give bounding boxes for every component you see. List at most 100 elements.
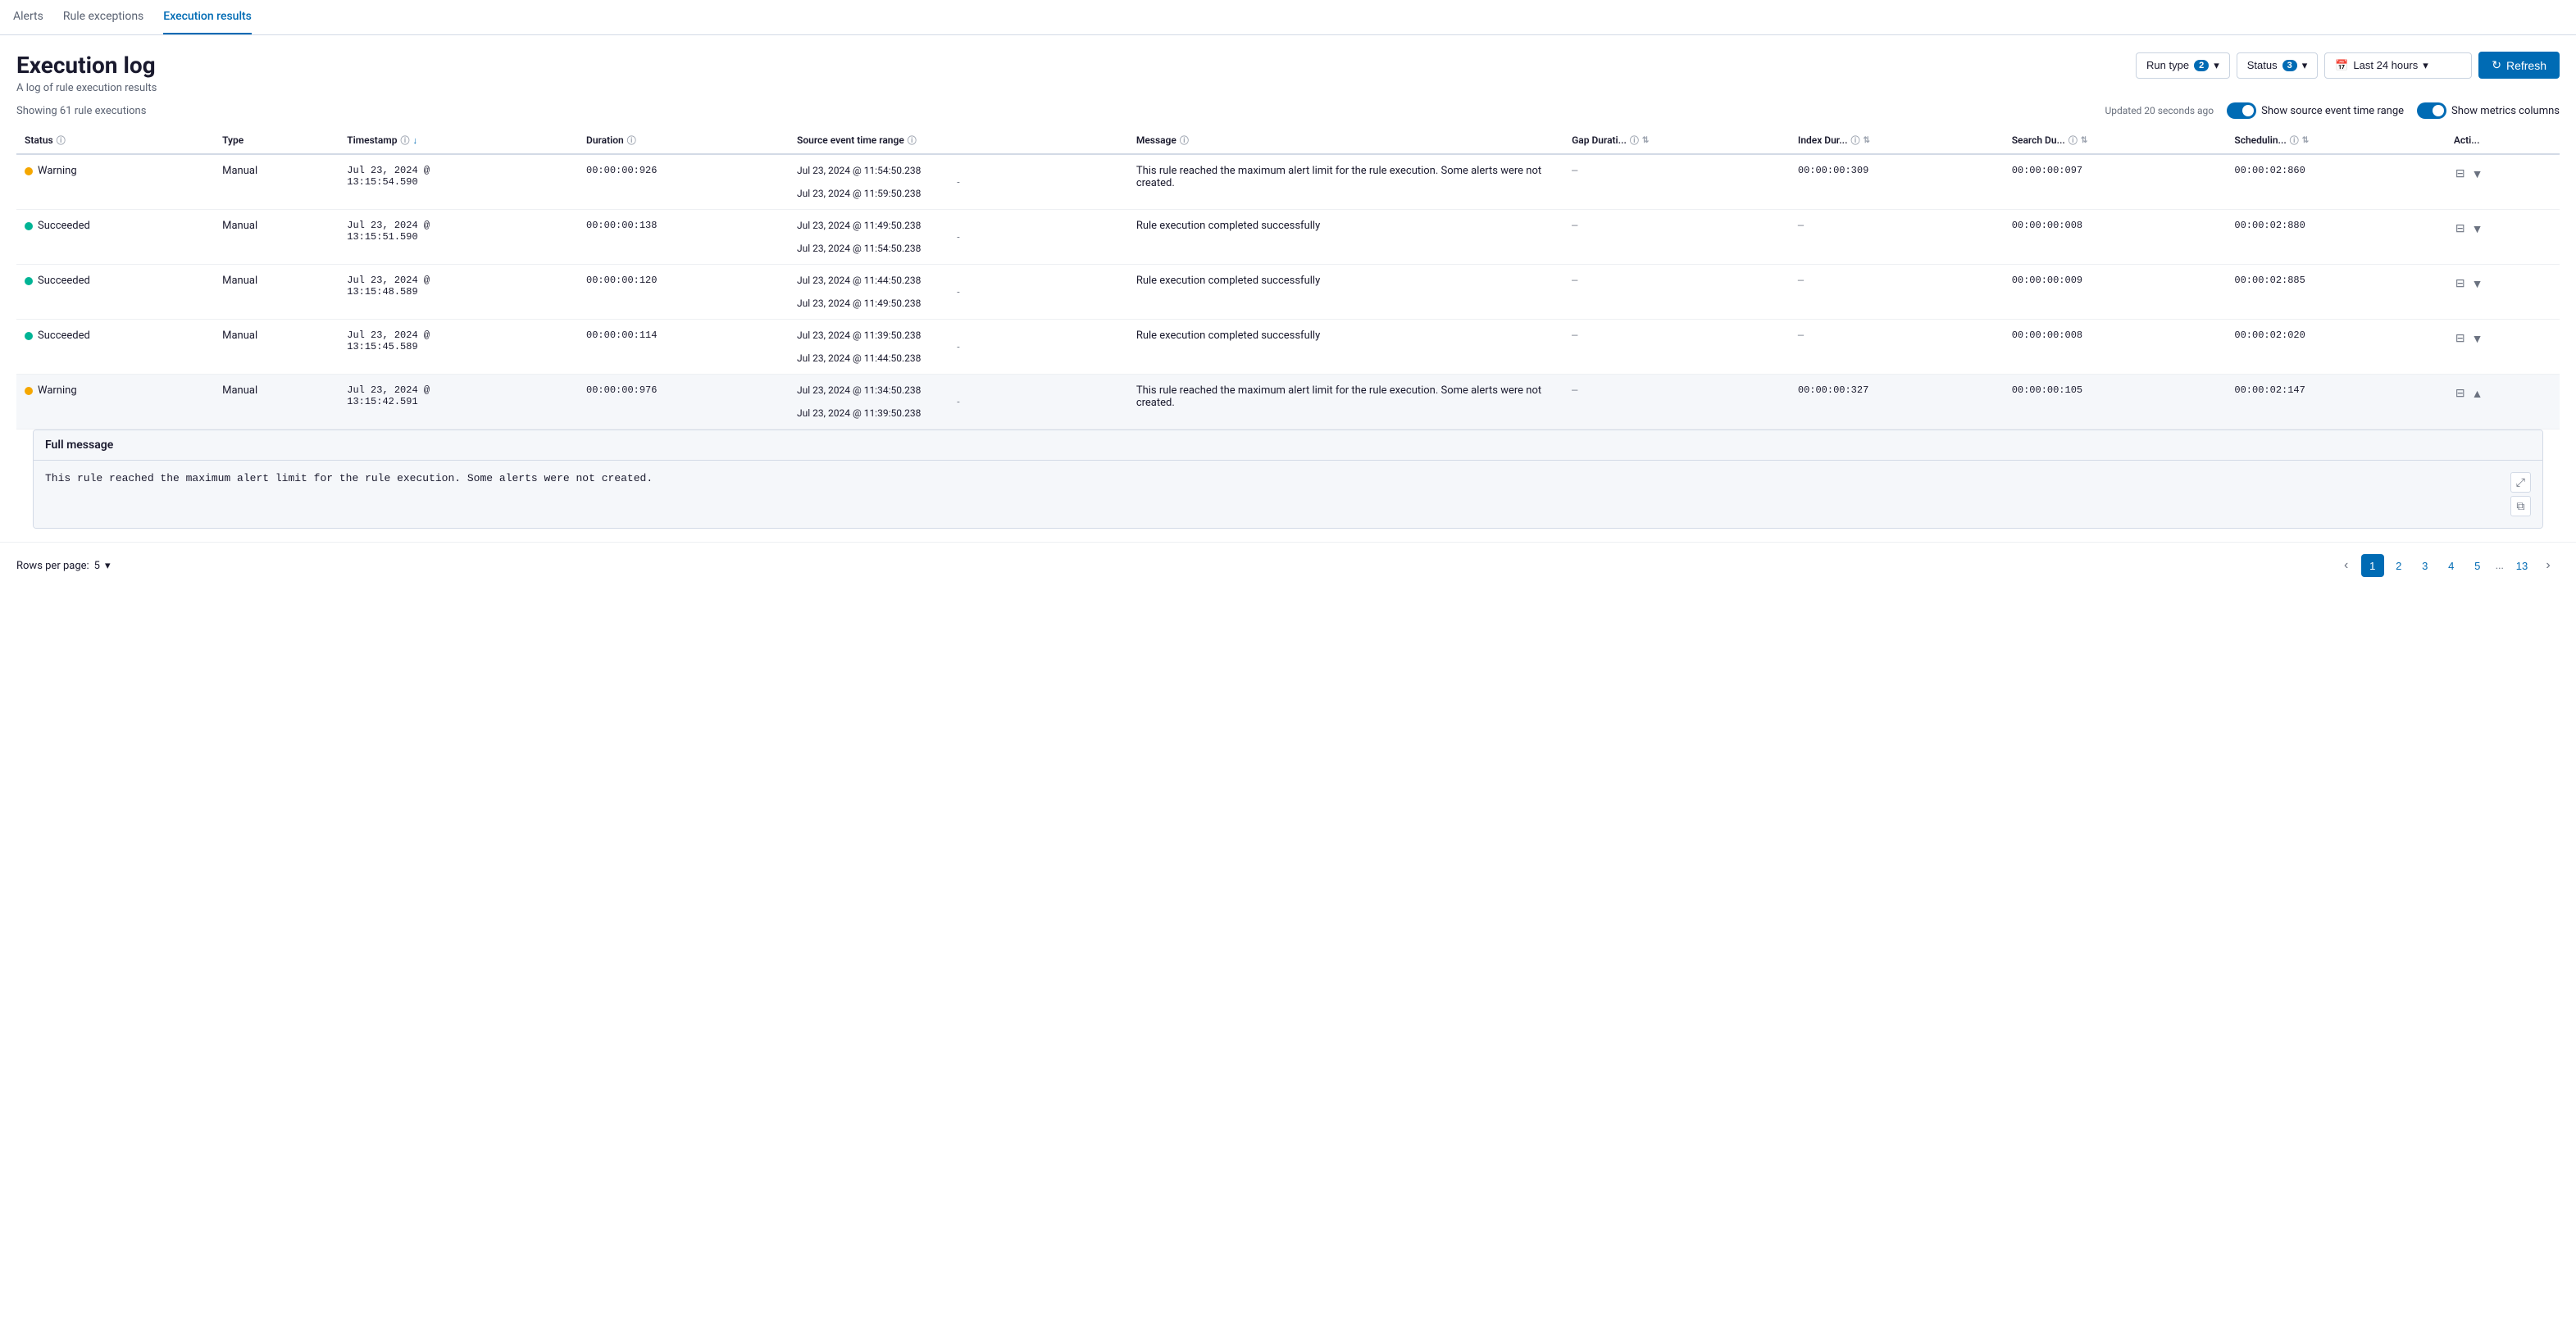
tab-execution-results[interactable]: Execution results xyxy=(163,0,252,34)
time-range-picker[interactable]: 📅 Last 24 hours ▾ xyxy=(2324,52,2472,79)
cell-index-duration: — xyxy=(1790,210,2004,265)
col-scheduling[interactable]: Schedulin... ⓘ ⇅ xyxy=(2226,127,2445,154)
full-message-section: Full message This rule reached the maxim… xyxy=(16,429,2560,529)
cell-message: This rule reached the maximum alert limi… xyxy=(1128,375,1563,429)
page-3-button[interactable]: 3 xyxy=(2414,554,2437,577)
page-5-button[interactable]: 5 xyxy=(2466,554,2489,577)
cell-search-duration: 00:00:00:105 xyxy=(2004,375,2227,429)
cell-scheduling: 00:00:02:147 xyxy=(2226,375,2445,429)
status-filter[interactable]: Status 3 ▾ xyxy=(2237,52,2319,79)
run-type-label: Run type xyxy=(2146,59,2189,71)
cell-gap-duration: — xyxy=(1563,320,1790,375)
sort-icon: ⇅ xyxy=(1863,136,1869,145)
cell-actions: ⊟ ▼ xyxy=(2446,320,2560,375)
refresh-icon: ↻ xyxy=(2492,58,2501,72)
page-header: Execution log A log of rule execution re… xyxy=(0,35,2576,94)
cell-source-range: Jul 23, 2024 @ 11:49:50.238 - Jul 23, 20… xyxy=(789,210,1128,265)
table-row: Warning Manual Jul 23, 2024 @ 13:15:42.5… xyxy=(16,375,2560,429)
run-type-filter[interactable]: Run type 2 ▾ xyxy=(2136,52,2230,79)
run-type-badge: 2 xyxy=(2194,60,2209,71)
col-search-duration[interactable]: Search Du... ⓘ ⇅ xyxy=(2004,127,2227,154)
table-row: Succeeded Manual Jul 23, 2024 @ 13:15:48… xyxy=(16,265,2560,320)
page-title: Execution log xyxy=(16,52,157,79)
footer: Rows per page: 5 ▾ ‹ 1 2 3 4 5 ... 13 › xyxy=(0,542,2576,589)
chevron-down-icon: ▾ xyxy=(2423,59,2428,72)
cell-index-duration: — xyxy=(1790,320,2004,375)
show-source-toggle-group[interactable]: Show source event time range xyxy=(2227,102,2404,119)
cell-message: Rule execution completed successfully xyxy=(1128,320,1563,375)
cell-duration: 00:00:00:926 xyxy=(578,154,789,210)
last-page-button[interactable]: 13 xyxy=(2510,554,2533,577)
title-block: Execution log A log of rule execution re… xyxy=(16,52,157,94)
filter-action-button[interactable]: ⊟ xyxy=(2454,384,2467,402)
full-message-text: This rule reached the maximum alert limi… xyxy=(45,472,653,484)
col-status: Status ⓘ xyxy=(16,127,214,154)
right-controls: Updated 20 seconds ago Show source event… xyxy=(2105,102,2560,119)
cell-duration: 00:00:00:120 xyxy=(578,265,789,320)
cell-gap-duration: — xyxy=(1563,375,1790,429)
cell-type: Manual xyxy=(214,154,339,210)
prev-page-button[interactable]: ‹ xyxy=(2335,554,2358,577)
col-message: Message ⓘ xyxy=(1128,127,1563,154)
filter-action-button[interactable]: ⊟ xyxy=(2454,220,2467,237)
cell-status: Warning xyxy=(16,375,214,429)
expand-message-button[interactable]: ⤢ xyxy=(2510,472,2531,493)
message-actions: ⤢ ⧉ xyxy=(2510,472,2531,516)
cell-index-duration: 00:00:00:327 xyxy=(1790,375,2004,429)
show-source-toggle[interactable] xyxy=(2227,102,2256,119)
cell-search-duration: 00:00:00:008 xyxy=(2004,320,2227,375)
cell-gap-duration: — xyxy=(1563,154,1790,210)
cell-index-duration: — xyxy=(1790,265,2004,320)
col-actions: Acti... xyxy=(2446,127,2560,154)
expand-row-button[interactable]: ▲ xyxy=(2470,385,2485,402)
show-source-label: Show source event time range xyxy=(2261,105,2404,117)
expand-row-button[interactable]: ▼ xyxy=(2470,166,2485,182)
chevron-down-icon: ▾ xyxy=(2302,59,2308,72)
cell-actions: ⊟ ▼ xyxy=(2446,265,2560,320)
cell-status: Succeeded xyxy=(16,265,214,320)
cell-gap-duration: — xyxy=(1563,265,1790,320)
cell-timestamp: Jul 23, 2024 @ 13:15:48.589 xyxy=(339,265,578,320)
info-icon: ⓘ xyxy=(57,134,66,147)
cell-source-range: Jul 23, 2024 @ 11:54:50.238 - Jul 23, 20… xyxy=(789,154,1128,210)
rows-per-page-value: 5 xyxy=(94,560,100,572)
copy-message-button[interactable]: ⧉ xyxy=(2510,496,2531,516)
sort-icon: ⇅ xyxy=(1642,136,1649,145)
rows-per-page-control[interactable]: Rows per page: 5 ▾ xyxy=(16,560,111,572)
showing-text: Showing 61 rule executions xyxy=(16,105,146,117)
tab-alerts[interactable]: Alerts xyxy=(13,0,43,34)
cell-scheduling: 00:00:02:885 xyxy=(2226,265,2445,320)
page-4-button[interactable]: 4 xyxy=(2440,554,2463,577)
tab-rule-exceptions[interactable]: Rule exceptions xyxy=(63,0,143,34)
chevron-down-icon: ▾ xyxy=(105,560,111,572)
cell-timestamp: Jul 23, 2024 @ 13:15:45.589 xyxy=(339,320,578,375)
expand-row-button[interactable]: ▼ xyxy=(2470,220,2485,237)
cell-source-range: Jul 23, 2024 @ 11:44:50.238 - Jul 23, 20… xyxy=(789,265,1128,320)
status-label: Succeeded xyxy=(38,330,90,342)
col-gap-duration[interactable]: Gap Durati... ⓘ ⇅ xyxy=(1563,127,1790,154)
expand-row-button[interactable]: ▼ xyxy=(2470,275,2485,292)
page-2-button[interactable]: 2 xyxy=(2387,554,2410,577)
status-label: Warning xyxy=(38,165,77,177)
show-metrics-toggle-group[interactable]: Show metrics columns xyxy=(2417,102,2560,119)
cell-search-duration: 00:00:00:008 xyxy=(2004,210,2227,265)
filter-action-button[interactable]: ⊟ xyxy=(2454,165,2467,182)
cell-search-duration: 00:00:00:097 xyxy=(2004,154,2227,210)
cell-actions: ⊟ ▼ xyxy=(2446,210,2560,265)
filter-action-button[interactable]: ⊟ xyxy=(2454,275,2467,292)
time-range-label: Last 24 hours xyxy=(2353,59,2418,71)
refresh-button[interactable]: ↻ Refresh xyxy=(2478,52,2560,79)
status-label: Warning xyxy=(38,384,77,397)
page-1-button[interactable]: 1 xyxy=(2361,554,2384,577)
col-index-duration[interactable]: Index Dur... ⓘ ⇅ xyxy=(1790,127,2004,154)
info-icon: ⓘ xyxy=(908,134,917,147)
sort-icon: ⇅ xyxy=(2081,136,2087,145)
cell-status: Succeeded xyxy=(16,320,214,375)
col-timestamp[interactable]: Timestamp ⓘ ↓ xyxy=(339,127,578,154)
calendar-icon: 📅 xyxy=(2335,59,2348,72)
filter-action-button[interactable]: ⊟ xyxy=(2454,330,2467,347)
next-page-button[interactable]: › xyxy=(2537,554,2560,577)
full-message-content: This rule reached the maximum alert limi… xyxy=(34,461,2542,528)
show-metrics-toggle[interactable] xyxy=(2417,102,2446,119)
expand-row-button[interactable]: ▼ xyxy=(2470,330,2485,347)
